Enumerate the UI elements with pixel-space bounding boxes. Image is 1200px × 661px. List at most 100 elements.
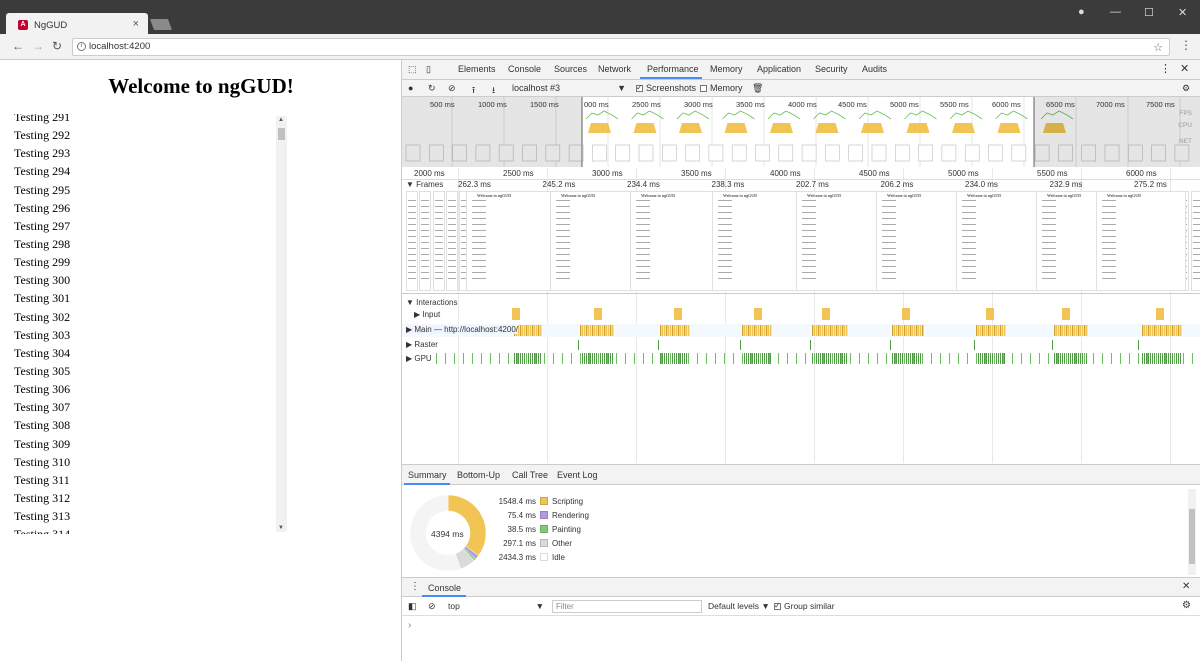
tab-elements[interactable]: Elements xyxy=(458,64,496,74)
overview-screenshot-thumb xyxy=(871,144,887,162)
maximize-button[interactable]: ☐ xyxy=(1144,6,1154,19)
list-scroll-thumb[interactable] xyxy=(278,128,285,140)
tab-sources[interactable]: Sources xyxy=(554,64,587,74)
clear-icon[interactable]: ⊘ xyxy=(448,83,456,94)
screenshots-toggle[interactable]: Screenshots xyxy=(636,83,696,93)
cpu-usage-mark xyxy=(633,123,657,133)
frames-track-label[interactable]: ▼ Frames xyxy=(406,180,443,189)
gpu-task xyxy=(518,353,519,364)
drawer-close-icon[interactable]: ✕ xyxy=(1182,581,1190,592)
bookmark-star-icon[interactable]: ☆ xyxy=(1153,40,1163,56)
tab-performance[interactable]: Performance xyxy=(647,64,699,74)
tab-console[interactable]: Console xyxy=(508,64,541,74)
frames-row[interactable]: ▼ Frames 262.3 ms 245.2 ms 234.4 ms 238.3 m… xyxy=(402,180,1200,191)
scroll-down-icon[interactable]: ▼ xyxy=(278,525,284,531)
forward-icon[interactable]: → xyxy=(32,39,44,53)
tab-network[interactable]: Network xyxy=(598,64,631,74)
tab-event-log[interactable]: Event Log xyxy=(557,470,598,480)
gpu-task xyxy=(1070,353,1071,364)
main-thread-task xyxy=(680,325,682,336)
minimize-button[interactable]: — xyxy=(1110,6,1121,18)
console-prompt[interactable]: › xyxy=(408,620,411,631)
frame-duration[interactable]: 234.0 ms xyxy=(965,180,998,189)
gpu-track[interactable]: ▶ GPU xyxy=(406,354,432,363)
frame-duration[interactable]: 202.7 ms xyxy=(796,180,829,189)
reload-profile-icon[interactable]: ↻ xyxy=(428,83,436,94)
gpu-task xyxy=(594,353,595,364)
details-scrollbar[interactable] xyxy=(1188,489,1196,575)
details-scroll-thumb[interactable] xyxy=(1189,509,1195,564)
profile-select[interactable]: localhost #3 ▼ xyxy=(512,83,626,93)
tab-security[interactable]: Security xyxy=(815,64,848,74)
log-levels-select[interactable]: Default levels ▼ xyxy=(708,601,770,611)
interactions-label: Interactions xyxy=(416,298,458,307)
scroll-up-icon[interactable]: ▲ xyxy=(278,117,284,123)
summary-row: 2434.3 ms Idle xyxy=(482,553,565,562)
active-tab-indicator xyxy=(640,77,702,79)
tab-console[interactable]: Console xyxy=(428,583,461,593)
inspect-element-icon[interactable]: ⬚ xyxy=(408,64,417,75)
list-item: Testing 302 xyxy=(14,309,71,324)
frame-duration[interactable]: 238.3 ms xyxy=(712,180,745,189)
record-icon[interactable]: ● xyxy=(408,83,413,93)
new-tab-button[interactable] xyxy=(149,19,173,30)
browser-menu-icon[interactable]: ⋮ xyxy=(1180,38,1192,52)
main-thread-task xyxy=(834,325,836,336)
tab-memory[interactable]: Memory xyxy=(710,64,743,74)
frame-duration[interactable]: 245.2 ms xyxy=(543,180,576,189)
gpu-task xyxy=(1002,353,1003,364)
devtools-tabbar: ⬚ ▯ ⋮ ✕ Elements Console Sources Network Per… xyxy=(402,60,1200,80)
tab-bottom-up[interactable]: Bottom-Up xyxy=(457,470,500,480)
frame-duration[interactable]: 234.4 ms xyxy=(627,180,660,189)
main-track[interactable]: ▶ Main — http://localhost:4200/ xyxy=(406,325,518,334)
interactions-track[interactable]: ▼ Interactions xyxy=(406,298,458,307)
console-filter-input[interactable]: Filter xyxy=(552,600,702,613)
timeline-overview[interactable]: 500 ms 1000 ms 1500 ms 000 ms 2500 ms 3000 ms… xyxy=(402,97,1200,167)
back-icon[interactable]: ← xyxy=(12,39,24,53)
raster-track[interactable]: ▶ Raster xyxy=(406,340,438,349)
profile-icon[interactable]: ● xyxy=(1078,6,1085,18)
console-sidebar-icon[interactable]: ◧ xyxy=(408,601,417,612)
drawer-menu-icon[interactable]: ⋮ xyxy=(410,581,420,592)
frame-duration[interactable]: 262.3 ms xyxy=(458,180,491,189)
devtools-menu-icon[interactable]: ⋮ xyxy=(1160,62,1171,75)
flame-chart-tracks[interactable] xyxy=(402,294,1200,464)
url-field[interactable]: i localhost:4200 ☆ xyxy=(72,38,1170,56)
device-toggle-icon[interactable]: ▯ xyxy=(426,64,431,75)
overview-screenshot-thumb xyxy=(685,144,700,162)
garbage-collect-icon[interactable]: 🗑 xyxy=(752,83,763,94)
context-select[interactable]: top ▼ xyxy=(448,601,544,611)
gpu-task xyxy=(530,353,531,364)
memory-toggle[interactable]: Memory xyxy=(700,83,743,93)
main-thread-task xyxy=(760,325,762,336)
memory-checkbox[interactable] xyxy=(700,85,707,92)
group-similar-toggle[interactable]: Group similar xyxy=(774,601,835,611)
frame-duration[interactable]: 206.2 ms xyxy=(881,180,914,189)
input-event xyxy=(986,308,994,320)
list-scrollbar[interactable]: ▲ ▼ xyxy=(276,116,287,532)
tab-close-icon[interactable]: × xyxy=(133,18,139,30)
frame-screenshot-thin xyxy=(432,191,445,291)
tab-audits[interactable]: Audits xyxy=(862,64,887,74)
main-thread-task xyxy=(522,325,524,336)
capture-settings-icon[interactable]: ⚙ xyxy=(1182,83,1190,94)
reload-icon[interactable]: ↻ xyxy=(52,39,62,53)
console-clear-icon[interactable]: ⊘ xyxy=(428,601,436,612)
devtools-close-icon[interactable]: ✕ xyxy=(1180,62,1189,75)
frame-duration[interactable]: 232.9 ms xyxy=(1050,180,1083,189)
gpu-task xyxy=(535,353,536,364)
testing-list[interactable]: Testing 291 Testing 292 Testing 293 Testing… xyxy=(12,114,288,534)
tab-application[interactable]: Application xyxy=(757,64,801,74)
info-icon[interactable]: i xyxy=(77,42,86,51)
gpu-task xyxy=(643,353,644,364)
screenshots-checkbox[interactable] xyxy=(636,83,643,92)
group-similar-checkbox[interactable] xyxy=(774,601,781,610)
input-track[interactable]: ▶ Input xyxy=(414,310,440,319)
frame-duration[interactable]: 275.2 ms xyxy=(1134,180,1167,189)
console-settings-icon[interactable]: ⚙ xyxy=(1182,600,1191,611)
frame-bar xyxy=(585,180,593,191)
gpu-task xyxy=(607,353,608,364)
close-window-button[interactable]: ✕ xyxy=(1178,6,1187,19)
tab-call-tree[interactable]: Call Tree xyxy=(512,470,548,480)
tab-summary[interactable]: Summary xyxy=(408,470,447,480)
